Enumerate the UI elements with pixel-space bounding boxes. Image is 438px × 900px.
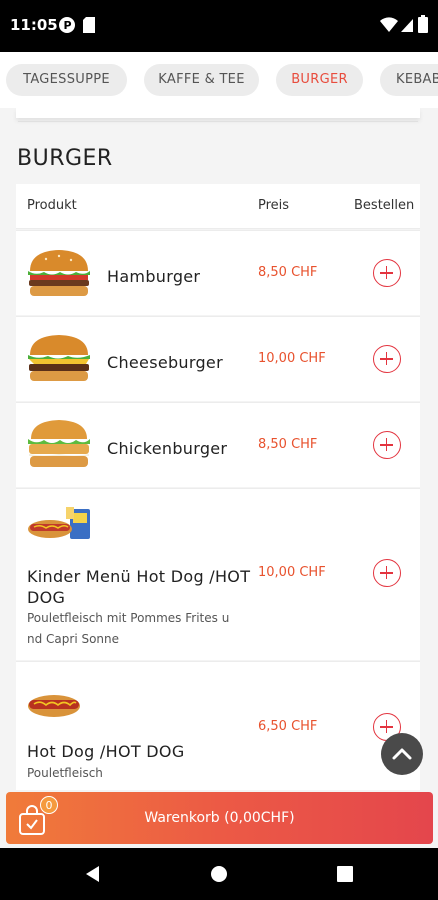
header-product: Produkt [27, 198, 77, 213]
header-price: Preis [258, 198, 290, 213]
product-price: 8,50 CHF [258, 437, 318, 452]
header-order: Bestellen [354, 198, 415, 213]
tab-kebab[interactable]: KEBAB [380, 64, 438, 96]
category-tabs: TAGESSUPPE KAFFE & TEE BURGER KEBAB [0, 52, 438, 108]
wifi-icon [380, 17, 398, 32]
home-icon[interactable] [210, 865, 228, 883]
product-name: Hot Dog /HOT DOG [27, 742, 185, 761]
chickenburger-image [28, 420, 90, 467]
product-name: Kinder Menü Hot Dog /HOT [27, 567, 251, 586]
tab-tagessuppe[interactable]: TAGESSUPPE [6, 64, 127, 96]
sim-card-icon [83, 17, 95, 33]
table-row: Kinder Menü Hot Dog /HOT DOG 10,00 CHF P… [16, 488, 420, 660]
section-title: BURGER [17, 146, 113, 171]
product-price: 6,50 CHF [258, 719, 318, 734]
product-table: Produkt Preis Bestellen Hamburger 8,50 C… [16, 184, 420, 790]
chevron-up-icon [392, 748, 412, 760]
app-notification-icon: P [59, 17, 75, 33]
battery-icon [418, 15, 428, 33]
previous-section-card [16, 108, 420, 118]
product-price: 10,00 CHF [258, 565, 326, 580]
table-row: Cheeseburger 10,00 CHF [16, 316, 420, 401]
table-header: Produkt Preis Bestellen [16, 184, 420, 229]
cart-button[interactable]: 0 Warenkorb (0,00CHF) [6, 792, 433, 844]
product-name-continued: DOG [27, 588, 66, 607]
recents-icon[interactable] [337, 866, 353, 882]
table-row: Chickenburger 8,50 CHF [16, 402, 420, 487]
hamburger-image [28, 250, 90, 296]
menu-content: BURGER Produkt Preis Bestellen Hamburger… [0, 108, 438, 790]
tab-burger[interactable]: BURGER [276, 64, 363, 96]
product-description: Pouletfleisch [27, 766, 103, 780]
kids-menu-hotdog-image [28, 507, 90, 539]
signal-icon [401, 19, 413, 32]
product-price: 8,50 CHF [258, 265, 318, 280]
system-nav-bar [0, 848, 438, 900]
add-to-cart-button[interactable] [373, 431, 401, 459]
cheeseburger-image [28, 335, 90, 381]
product-price: 10,00 CHF [258, 351, 326, 366]
table-row: Hamburger 8,50 CHF [16, 230, 420, 315]
hotdog-image [28, 695, 80, 717]
cart-label: Warenkorb (0,00CHF) [144, 810, 295, 826]
add-to-cart-button[interactable] [373, 345, 401, 373]
product-description-continued: nd Capri Sonne [27, 632, 120, 646]
product-name: Cheeseburger [107, 353, 223, 372]
add-to-cart-button[interactable] [373, 259, 401, 287]
svg-text:P: P [64, 19, 72, 32]
status-bar: 11:05 P [0, 0, 438, 52]
product-name: Hamburger [107, 267, 201, 286]
status-time: 11:05 [10, 16, 58, 34]
tab-kaffe-tee[interactable]: KAFFE & TEE [144, 64, 259, 96]
scroll-to-top-button[interactable] [381, 733, 423, 775]
divider [18, 121, 418, 122]
product-name: Chickenburger [107, 439, 228, 458]
add-to-cart-button[interactable] [373, 559, 401, 587]
back-icon[interactable] [84, 865, 102, 883]
product-description: Pouletfleisch mit Pommes Frites u [27, 611, 230, 625]
table-row: Hot Dog /HOT DOG 6,50 CHF Pouletfleisch [16, 661, 420, 790]
